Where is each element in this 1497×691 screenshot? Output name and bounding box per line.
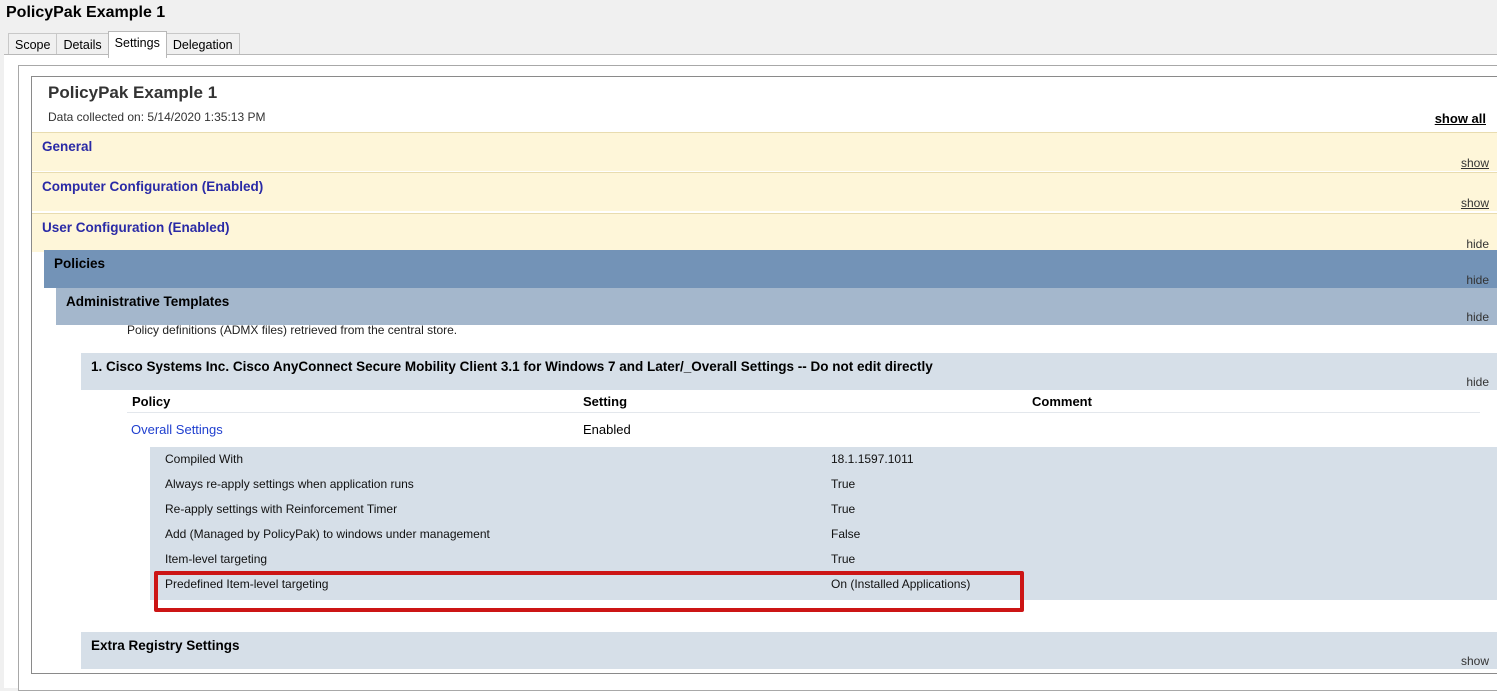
gpo-report: PolicyPak Example 1 Data collected on: 5… xyxy=(31,76,1497,674)
detail-value: 18.1.1597.1011 xyxy=(831,452,914,466)
header-divider xyxy=(127,412,1480,413)
detail-key: Always re-apply settings when applicatio… xyxy=(165,477,414,491)
policy-setting-value: Enabled xyxy=(583,422,631,437)
window-title: PolicyPak Example 1 xyxy=(6,4,166,21)
detail-key: Item-level targeting xyxy=(165,552,268,566)
detail-row: Re-apply settings with Reinforcement Tim… xyxy=(165,497,1485,521)
computer-show-link[interactable]: show xyxy=(1461,196,1489,210)
detail-key: Re-apply settings with Reinforcement Tim… xyxy=(165,502,398,516)
detail-key: Add (Managed by PolicyPak) to windows un… xyxy=(165,527,490,541)
detail-key: Compiled With xyxy=(165,452,244,466)
detail-row: Item-level targeting True xyxy=(165,547,1485,571)
detail-value: True xyxy=(831,552,856,566)
section-general[interactable]: General show xyxy=(32,132,1497,171)
column-header-comment: Comment xyxy=(1032,394,1092,409)
cisco-hide-link[interactable]: hide xyxy=(1466,375,1489,389)
section-user-configuration[interactable]: User Configuration (Enabled) hide xyxy=(32,213,1497,252)
detail-row: Add (Managed by PolicyPak) to windows un… xyxy=(165,522,1485,546)
section-extra-label[interactable]: Extra Registry Settings xyxy=(91,638,240,653)
user-hide-link[interactable]: hide xyxy=(1466,237,1489,251)
tab-bar: Scope Details Settings Delegation xyxy=(8,31,240,58)
detail-value: True xyxy=(831,502,856,516)
detail-value: False xyxy=(831,527,861,541)
highlight-box xyxy=(154,571,1024,612)
section-general-label[interactable]: General xyxy=(42,139,92,154)
detail-row: Always re-apply settings when applicatio… xyxy=(165,472,1485,496)
settings-panel: PolicyPak Example 1 Data collected on: 5… xyxy=(4,54,1497,691)
column-header-setting: Setting xyxy=(583,394,628,409)
policy-overall-settings-link[interactable]: Overall Settings xyxy=(131,422,223,437)
show-all-link[interactable]: show all xyxy=(1435,111,1486,126)
detail-row: Compiled With 18.1.1597.1011 xyxy=(165,447,1485,471)
section-computer-label[interactable]: Computer Configuration (Enabled) xyxy=(42,179,263,194)
section-admin-label[interactable]: Administrative Templates xyxy=(66,294,229,309)
general-show-link[interactable]: show xyxy=(1461,156,1489,170)
section-user-label[interactable]: User Configuration (Enabled) xyxy=(42,220,230,235)
section-cisco-label[interactable]: 1. Cisco Systems Inc. Cisco AnyConnect S… xyxy=(91,359,933,374)
tab-settings[interactable]: Settings xyxy=(107,31,167,58)
column-header-policy: Policy xyxy=(132,394,171,409)
central-store-note: Policy definitions (ADMX files) retrieve… xyxy=(127,323,458,337)
section-policies-label[interactable]: Policies xyxy=(54,256,105,271)
section-administrative-templates[interactable]: Administrative Templates hide xyxy=(56,288,1497,325)
report-title: PolicyPak Example 1 xyxy=(48,83,218,102)
report-frame[interactable]: PolicyPak Example 1 Data collected on: 5… xyxy=(18,65,1497,691)
section-cisco-overall-settings[interactable]: 1. Cisco Systems Inc. Cisco AnyConnect S… xyxy=(81,353,1497,390)
section-extra-registry-settings[interactable]: Extra Registry Settings show xyxy=(81,632,1497,669)
detail-value: True xyxy=(831,477,856,491)
admin-hide-link[interactable]: hide xyxy=(1466,310,1489,324)
data-collected-text: Data collected on: 5/14/2020 1:35:13 PM xyxy=(48,110,266,124)
section-policies[interactable]: Policies hide xyxy=(44,250,1497,288)
policies-hide-link[interactable]: hide xyxy=(1466,273,1489,287)
section-computer-configuration[interactable]: Computer Configuration (Enabled) show xyxy=(32,172,1497,211)
extra-show-link[interactable]: show xyxy=(1461,654,1489,668)
